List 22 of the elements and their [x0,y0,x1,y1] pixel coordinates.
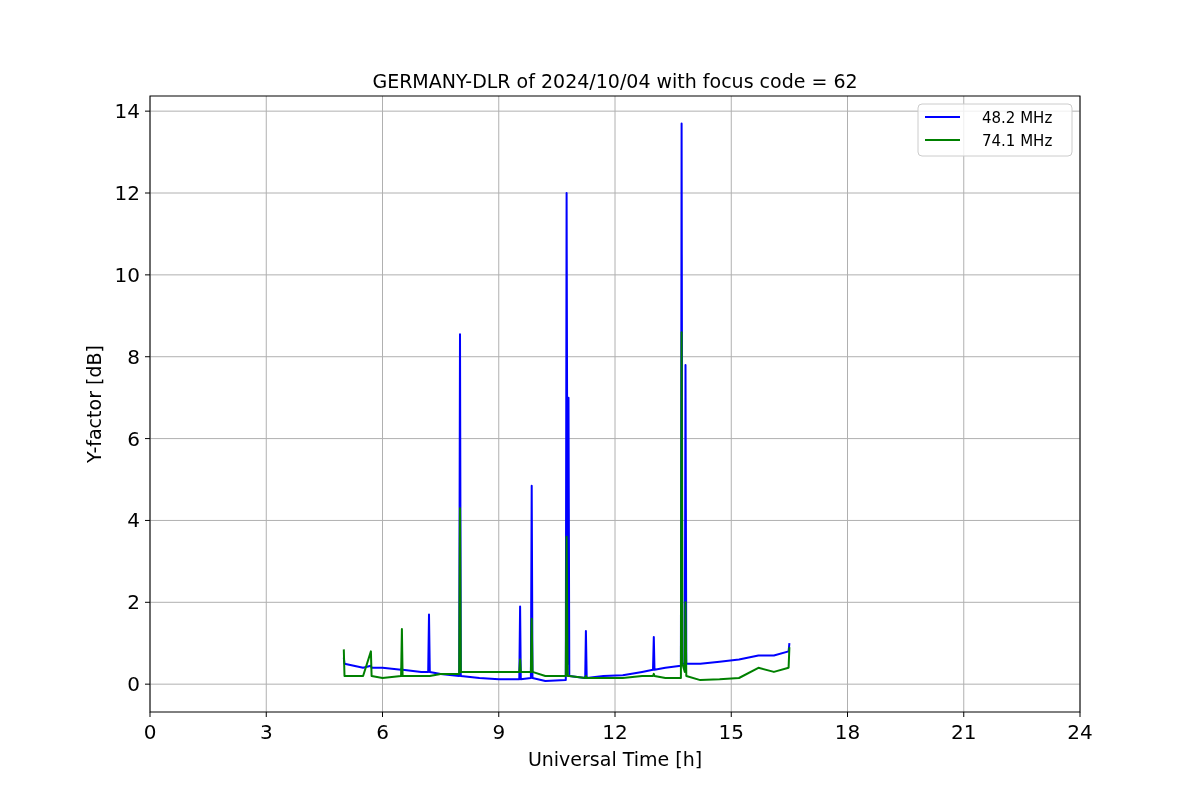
tick-label: 8 [127,344,140,369]
tick-label: 2 [127,590,140,615]
tick-label: 18 [834,720,861,744]
tick-label: 12 [602,720,628,744]
legend-label: 74.1 MHz [982,132,1053,150]
axis-label: Y-factor [dB] [83,345,105,463]
tick-label: 3 [259,720,273,744]
axis-label: Universal Time [h] [527,748,703,770]
tick-label: 10 [114,262,140,287]
tick-label: 9 [492,720,506,744]
tick-label: 14 [114,99,140,124]
tick-label: 12 [114,181,140,205]
chart-title: GERMANY-DLR of 2024/10/04 with focus code = 62 [372,70,858,92]
tick-label: 4 [127,508,140,533]
tick-label: 21 [951,720,977,744]
tick-label: 24 [1067,720,1093,744]
tick-label: 0 [127,672,140,697]
tick-label: 0 [143,720,157,744]
legend-label: 48.2 MHz [982,109,1053,127]
tick-label: 6 [376,720,389,744]
tick-label: 6 [127,426,140,451]
tick-label: 15 [718,720,744,744]
